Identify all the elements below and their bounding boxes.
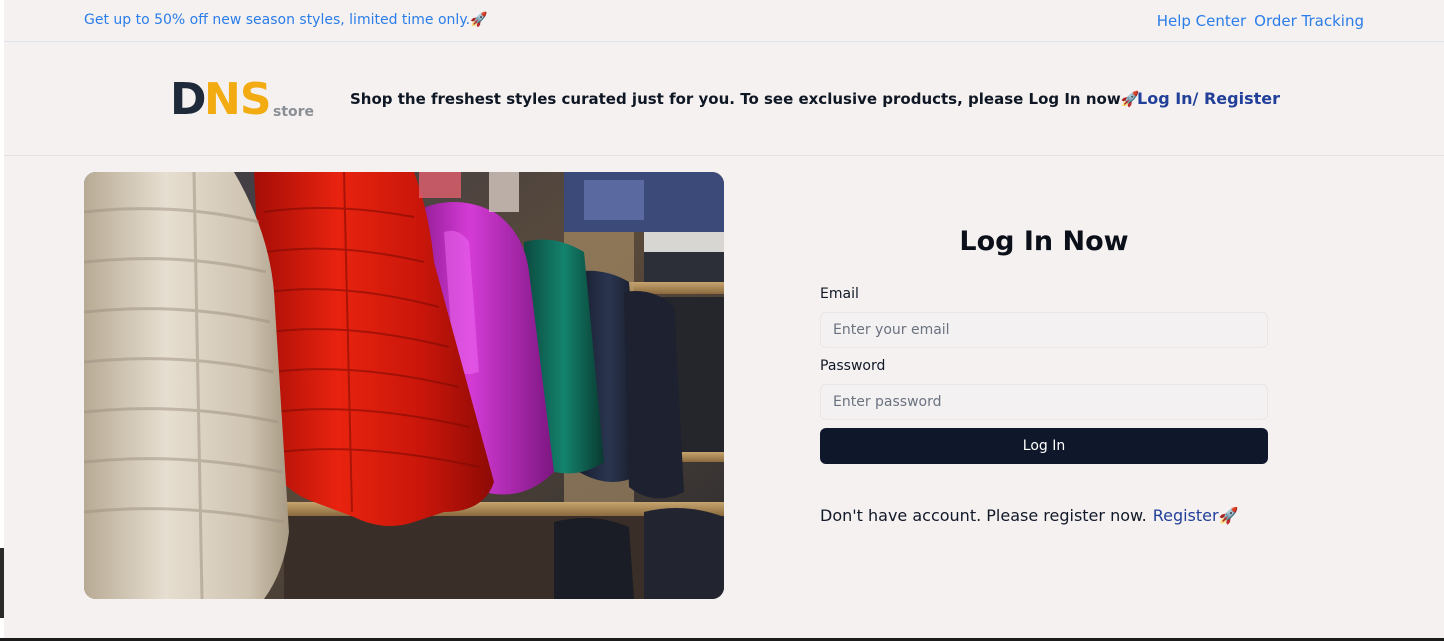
register-row: Don't have account. Please register now.…: [820, 506, 1239, 525]
top-links: Help Center Order Tracking: [1157, 12, 1364, 30]
logo-store-text: store: [273, 104, 315, 120]
email-input[interactable]: [820, 312, 1268, 348]
password-label: Password: [820, 358, 886, 374]
promo-bar: Get up to 50% off new season styles, lim…: [4, 0, 1444, 42]
email-label: Email: [820, 286, 859, 302]
register-link[interactable]: Register🚀: [1153, 506, 1239, 525]
order-tracking-link[interactable]: Order Tracking: [1254, 12, 1364, 30]
register-prompt: Don't have account. Please register now.: [820, 506, 1147, 525]
password-input[interactable]: [820, 384, 1268, 420]
page: Get up to 50% off new season styles, lim…: [4, 0, 1444, 638]
logo-letters-ns: NS: [204, 74, 272, 125]
promo-text: Get up to 50% off new season styles, lim…: [84, 12, 488, 28]
login-button[interactable]: Log In: [820, 428, 1268, 464]
store-logo[interactable]: D NS store: [170, 76, 320, 124]
login-title: Log In Now: [959, 226, 1129, 257]
hero-jackets-image: [84, 172, 724, 599]
login-register-link[interactable]: Log In/ Register: [1137, 89, 1280, 108]
left-edge-strip: [0, 548, 4, 618]
help-center-link[interactable]: Help Center: [1157, 12, 1246, 30]
header: D NS store Shop the freshest styles cura…: [4, 42, 1444, 156]
header-tagline: Shop the freshest styles curated just fo…: [350, 90, 1140, 108]
logo-letter-d: D: [170, 74, 207, 125]
